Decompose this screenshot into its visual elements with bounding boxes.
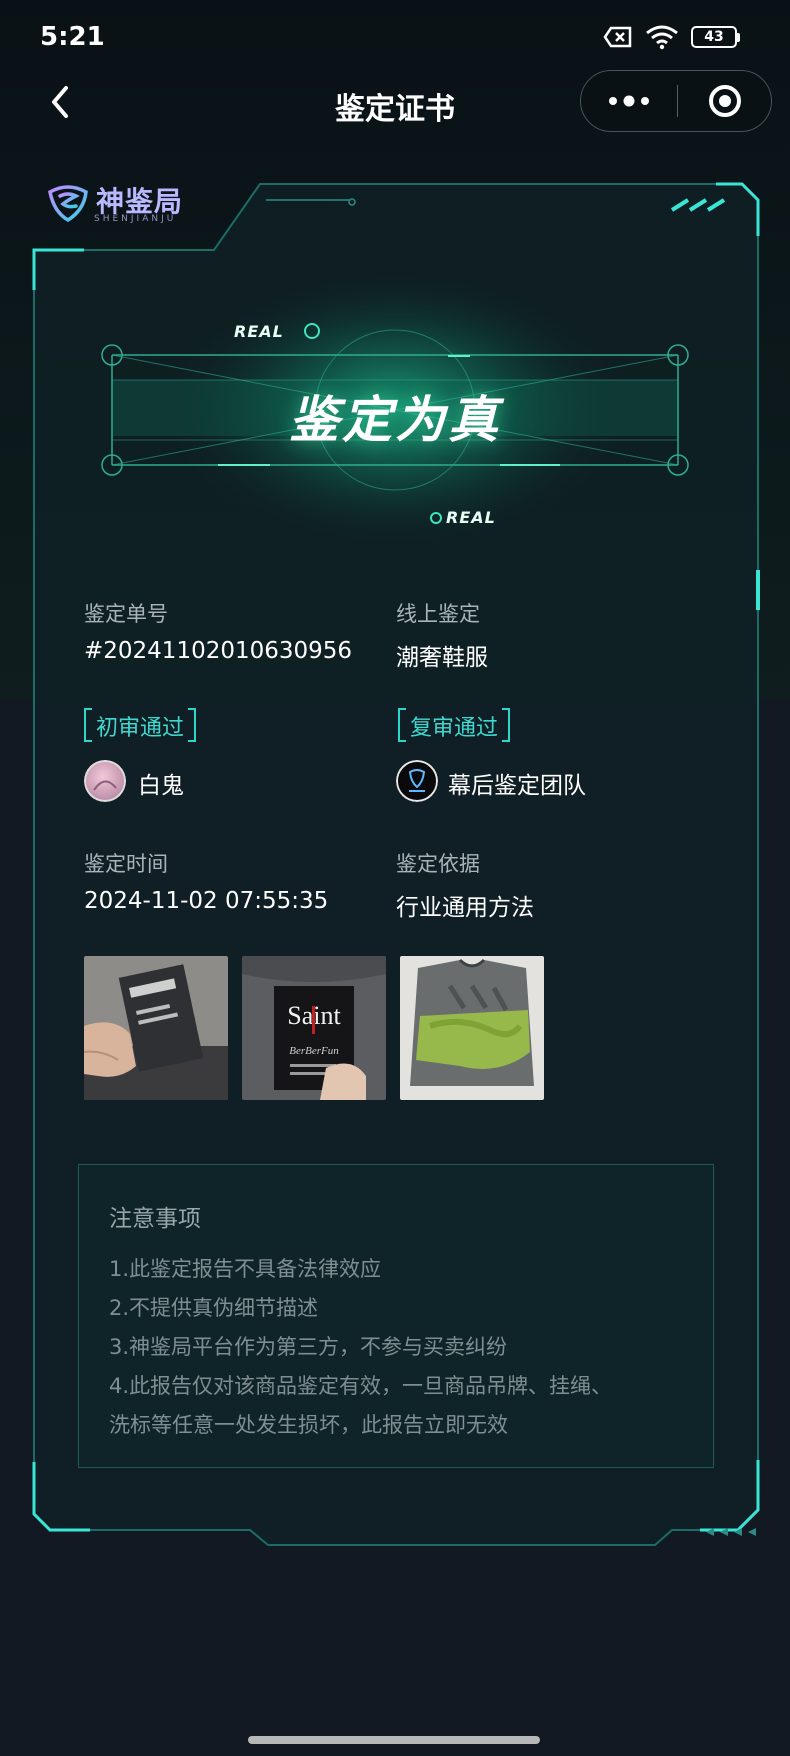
appraisal-time-value: 2024-11-02 07:55:35 (84, 888, 329, 914)
home-indicator[interactable] (248, 1736, 540, 1744)
real-label-top: REAL (234, 322, 284, 341)
chevron-left-icon (52, 86, 68, 118)
appraisal-basis-value: 行业通用方法 (396, 895, 534, 921)
appraisal-basis-label: 鉴定依据 (396, 852, 480, 876)
notice-line-1: 1.此鉴定报告不具备法律效应 (109, 1257, 382, 1281)
order-number-label: 鉴定单号 (84, 602, 168, 626)
second-reviewer-avatar (396, 760, 438, 802)
appraisal-type-value: 潮奢鞋服 (396, 645, 488, 671)
more-button[interactable] (581, 71, 676, 131)
back-button[interactable] (44, 82, 80, 122)
second-review-tag: 复审通过 (397, 708, 511, 742)
notice-line-3: 3.神鉴局平台作为第三方，不参与买卖纠纷 (109, 1335, 508, 1359)
battery-icon: 43 (691, 26, 740, 48)
sim-error-icon (603, 26, 632, 48)
notice-title: 注意事项 (109, 1206, 201, 1232)
verdict-title: 鉴定为真 (289, 391, 501, 449)
notice-box: 注意事项 1.此鉴定报告不具备法律效应 2.不提供真伪细节描述 3.神鉴局平台作… (78, 1164, 714, 1468)
ring-marker-bottom (430, 512, 442, 524)
first-review-tag: 初审通过 (83, 708, 197, 742)
battery-level: 43 (704, 29, 724, 45)
wifi-icon (646, 25, 678, 50)
mini-program-capsule (580, 70, 772, 132)
close-button[interactable] (678, 71, 772, 131)
notice-line-4: 4.此报告仅对该商品鉴定有效，一旦商品吊牌、挂绳、 (109, 1374, 613, 1398)
target-close-icon (709, 85, 741, 117)
item-photo-tshirt[interactable] (400, 956, 544, 1100)
notice-line-2: 2.不提供真伪细节描述 (109, 1296, 319, 1320)
tag-brand-subtext: BerBerFun (289, 1045, 339, 1057)
shield-logo-icon (48, 185, 88, 222)
logo-subtext: SHENJIANJU (94, 214, 177, 224)
brand-logo: 神鉴局 SHENJIANJU (46, 180, 206, 228)
status-time: 5:21 (40, 22, 105, 52)
first-reviewer-name: 白鬼 (138, 773, 184, 799)
appraisal-type-label: 线上鉴定 (396, 602, 480, 626)
item-photo-care-label[interactable] (84, 956, 228, 1100)
notice-line-5: 洗标等任意一处发生损坏，此报告立即无效 (109, 1413, 508, 1437)
more-dots-icon (608, 95, 649, 107)
real-label-bottom: REAL (446, 508, 496, 527)
item-photo-neck-tag[interactable]: Saint BerBerFun (242, 956, 386, 1100)
ring-marker-top (304, 323, 320, 339)
appraisal-time-label: 鉴定时间 (84, 852, 168, 876)
second-reviewer-name: 幕后鉴定团队 (448, 773, 586, 799)
status-icons: 43 (603, 24, 740, 50)
order-number-value: #20241102010630956 (84, 638, 353, 664)
first-reviewer-avatar (84, 760, 126, 802)
